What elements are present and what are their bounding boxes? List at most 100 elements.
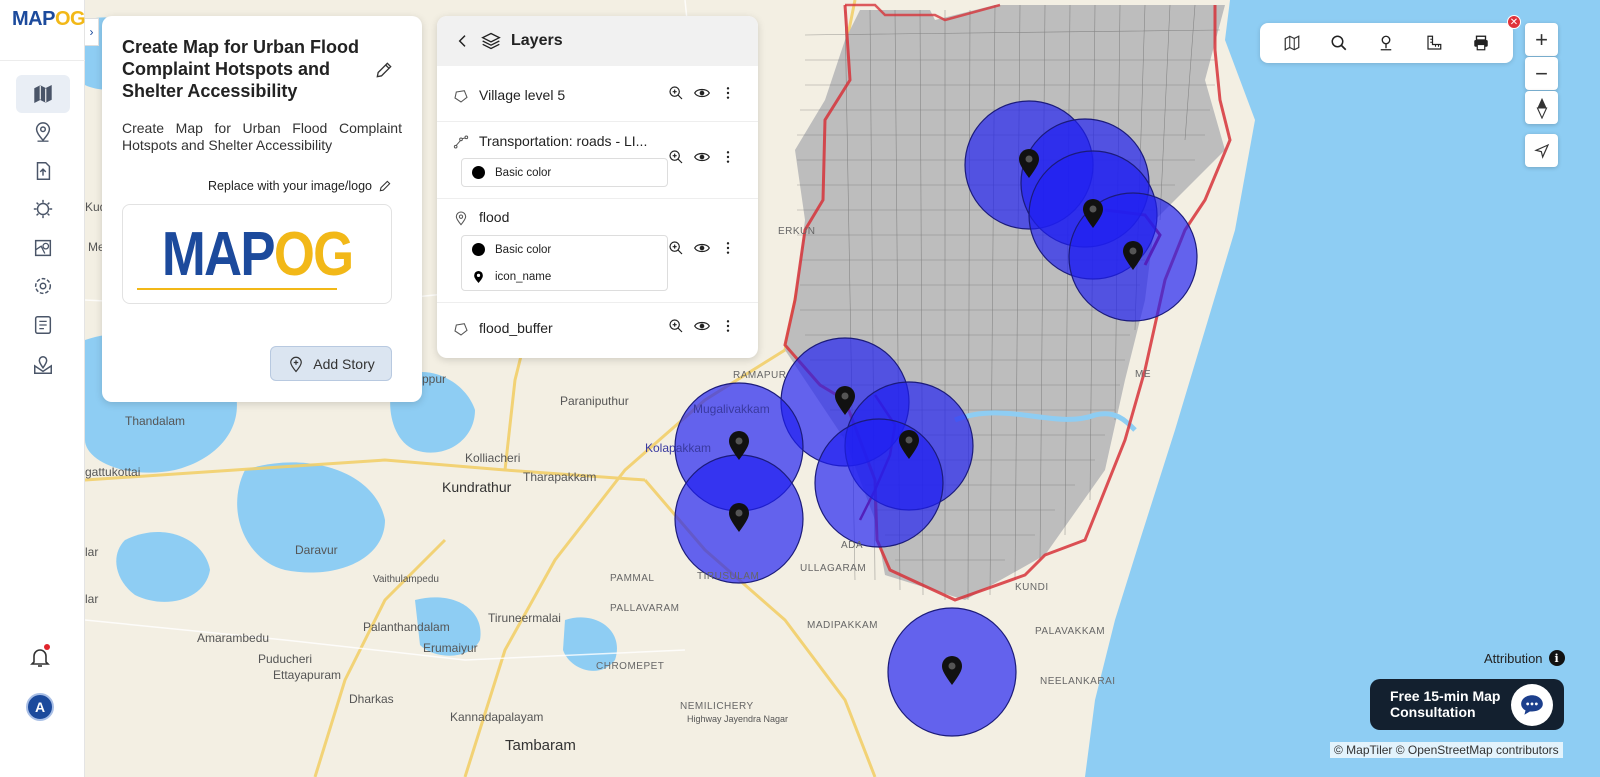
place-label: Puducheri (258, 652, 313, 666)
replace-logo-link[interactable]: Replace with your image/logo (208, 179, 392, 193)
add-story-button[interactable]: Add Story (270, 346, 392, 381)
story-title: Create Map for Urban Flood Complaint Hot… (122, 37, 360, 101)
layer-tools (668, 240, 736, 256)
eye-icon[interactable] (692, 318, 712, 334)
more-vertical-icon[interactable] (720, 318, 736, 334)
layers-panel: Layers Village level 5 Transportation: r… (437, 16, 758, 358)
eye-icon[interactable] (692, 85, 712, 101)
compass-icon (1536, 97, 1547, 119)
place-label: Kolapakkam (645, 441, 712, 455)
sidebar-item-settings[interactable] (16, 267, 70, 305)
layers-icon (481, 32, 501, 50)
place-label: Palanthandalam (363, 620, 450, 634)
sidebar-item-share[interactable] (16, 346, 70, 384)
sidebar-divider (0, 60, 85, 61)
search-icon[interactable] (1330, 34, 1348, 52)
polygon-icon (454, 323, 468, 336)
toolbar-close-icon[interactable]: ✕ (1507, 15, 1521, 29)
add-pin-icon (290, 356, 303, 372)
more-vertical-icon[interactable] (720, 149, 736, 165)
compass-button[interactable] (1525, 91, 1558, 124)
place-label: ULLAGARAM (800, 563, 867, 574)
chat-icon (1521, 695, 1543, 715)
layer-legend: Basic color icon_name (461, 235, 668, 291)
layer-tools (668, 85, 736, 101)
zoom-to-layer-icon[interactable] (668, 240, 684, 256)
place-label: NEMILICHERY (680, 701, 754, 712)
place-label: Kolliacheri (465, 451, 521, 465)
layer-name: Transportation: roads - LI... (479, 133, 648, 149)
chat-button[interactable] (1511, 684, 1553, 726)
avatar[interactable]: A (26, 693, 54, 721)
sidebar: MAPOG A (0, 0, 86, 777)
sidebar-item-location[interactable] (16, 113, 70, 151)
layer-name: flood (479, 209, 510, 225)
layer-row[interactable]: Transportation: roads - LI... Basic colo… (437, 122, 758, 199)
layer-legend: Basic color (461, 158, 668, 187)
place-label: Mugalivakkam (693, 402, 770, 416)
map-view-icon[interactable] (1283, 34, 1301, 52)
place-label: lar (85, 592, 99, 606)
map-credits[interactable]: © MapTiler © OpenStreetMap contributors (1330, 742, 1563, 758)
sidebar-item-layers[interactable] (16, 229, 70, 267)
place-label: Tharapakkam (523, 470, 597, 484)
eye-icon[interactable] (692, 240, 712, 256)
place-label: KUNDI (1015, 582, 1049, 593)
story-logo: MAPOG (161, 219, 354, 289)
place-label: ERKUN (778, 226, 816, 237)
logo-underline (137, 288, 337, 290)
geolocate-button[interactable] (1525, 134, 1558, 167)
location-pin-icon (35, 122, 51, 142)
legend-row: Basic color (462, 236, 667, 263)
attribution-toggle[interactable]: Attribution i (1484, 650, 1565, 666)
info-icon: i (1548, 650, 1565, 666)
zoom-to-layer-icon[interactable] (668, 85, 684, 101)
place-label: Thandalam (125, 414, 186, 428)
sidebar-item-data[interactable] (16, 306, 70, 344)
place-label: Tambaram (505, 737, 576, 754)
zoom-out-button[interactable]: − (1525, 57, 1558, 90)
place-label: Tiruneermalai (488, 611, 561, 625)
story-description: Create Map for Urban Flood Complaint Hot… (122, 120, 402, 153)
place-label: PALLAVARAM (610, 603, 680, 614)
layer-row[interactable]: flood Basic color icon_name (437, 199, 758, 303)
measure-icon[interactable] (1425, 34, 1443, 52)
legend-label: icon_name (495, 270, 552, 283)
more-vertical-icon[interactable] (720, 240, 736, 256)
zoom-to-layer-icon[interactable] (668, 318, 684, 334)
zoom-in-button[interactable]: + (1525, 23, 1558, 56)
polygon-icon (454, 90, 468, 103)
layer-row[interactable]: flood_buffer (437, 303, 758, 358)
place-label: Paraniputhur (560, 394, 629, 408)
sidebar-item-map[interactable] (16, 75, 70, 113)
chevron-left-icon[interactable] (455, 33, 471, 49)
sidebar-item-upload[interactable] (16, 152, 70, 190)
place-label: Dharkas (349, 692, 394, 706)
layer-tools (668, 318, 736, 334)
place-label: Kundrathur (442, 479, 512, 495)
edit-pencil-icon[interactable] (374, 60, 394, 80)
place-label: CHROMEPET (596, 661, 665, 672)
place-label: NEELANKARAI (1040, 676, 1116, 687)
map-share-icon (34, 356, 52, 374)
place-label: MADIPAKKAM (807, 620, 878, 631)
sidebar-item-analysis[interactable] (16, 190, 70, 228)
layer-row[interactable]: Village level 5 (437, 66, 758, 122)
place-label: PAMMAL (610, 573, 655, 584)
chevron-right-icon: › (89, 25, 94, 39)
place-label: RAMAPUR (733, 370, 787, 381)
replace-logo-label: Replace with your image/logo (208, 179, 372, 193)
line-icon (453, 135, 469, 149)
layer-tools (668, 149, 736, 165)
zoom-to-layer-icon[interactable] (668, 149, 684, 165)
more-vertical-icon[interactable] (720, 85, 736, 101)
eye-icon[interactable] (692, 149, 712, 165)
legend-label: Basic color (495, 166, 552, 179)
place-label: Erumaiyur (423, 641, 478, 655)
pin-drop-icon[interactable] (1377, 34, 1395, 52)
data-table-icon (34, 316, 52, 334)
print-icon[interactable] (1472, 34, 1490, 52)
legend-row: Basic color (462, 159, 667, 186)
sidebar-expand-toggle[interactable]: › (85, 18, 99, 46)
brand-logo[interactable]: MAPOG (12, 8, 86, 31)
